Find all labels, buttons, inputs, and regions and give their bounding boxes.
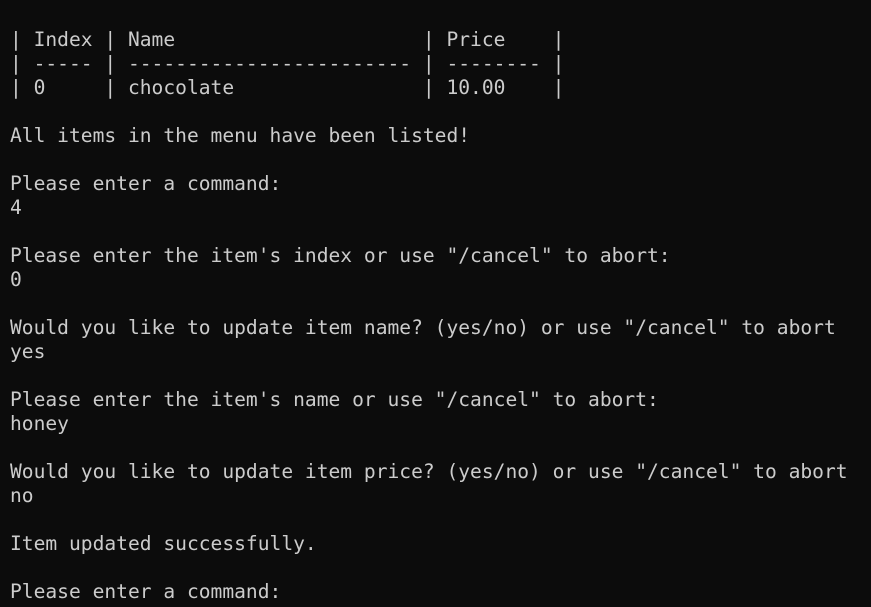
listed-message: All items in the menu have been listed! — [10, 124, 471, 147]
update-name-prompt: Would you like to update item name? (yes… — [10, 316, 836, 339]
table-row: | 0 | chocolate | 10.00 | — [10, 76, 565, 99]
table-separator-row: | ----- | ------------------------ | ---… — [10, 52, 565, 75]
user-input-update-name: yes — [10, 340, 46, 363]
user-input-update-price: no — [10, 484, 34, 507]
command-prompt: Please enter a command: — [10, 172, 282, 195]
update-price-prompt: Would you like to update item price? (ye… — [10, 460, 848, 483]
user-input-command: 4 — [10, 196, 22, 219]
command-prompt: Please enter a command: — [10, 580, 282, 603]
terminal-output[interactable]: | Index | Name | Price | | ----- | -----… — [0, 0, 871, 607]
index-prompt: Please enter the item's index or use "/c… — [10, 244, 671, 267]
user-input-index: 0 — [10, 268, 22, 291]
user-input-name: honey — [10, 412, 69, 435]
table-header-row: | Index | Name | Price | — [10, 28, 565, 51]
success-message: Item updated successfully. — [10, 532, 317, 555]
name-prompt: Please enter the item's name or use "/ca… — [10, 388, 659, 411]
